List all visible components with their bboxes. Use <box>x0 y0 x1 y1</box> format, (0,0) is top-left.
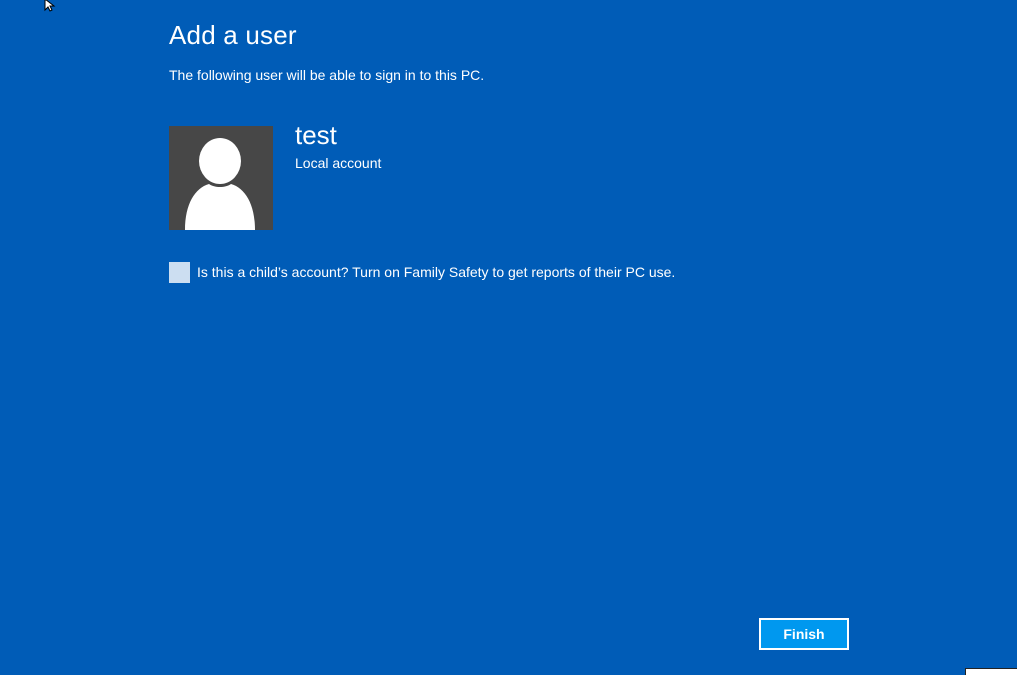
account-type-label: Local account <box>295 155 382 171</box>
user-silhouette-icon <box>185 138 255 230</box>
corner-window-edge <box>965 668 1017 675</box>
family-safety-label: Is this a child’s account? Turn on Famil… <box>197 264 676 280</box>
family-safety-checkbox[interactable] <box>169 262 190 283</box>
avatar <box>169 126 273 230</box>
page-title: Add a user <box>169 20 297 50</box>
finish-button[interactable]: Finish <box>759 618 849 650</box>
add-user-page: Add a user The following user will be ab… <box>0 0 1017 675</box>
mouse-cursor-icon <box>44 0 56 12</box>
page-subtitle: The following user will be able to sign … <box>169 67 485 83</box>
family-safety-option[interactable]: Is this a child’s account? Turn on Famil… <box>169 262 675 283</box>
user-name: test <box>295 120 337 150</box>
